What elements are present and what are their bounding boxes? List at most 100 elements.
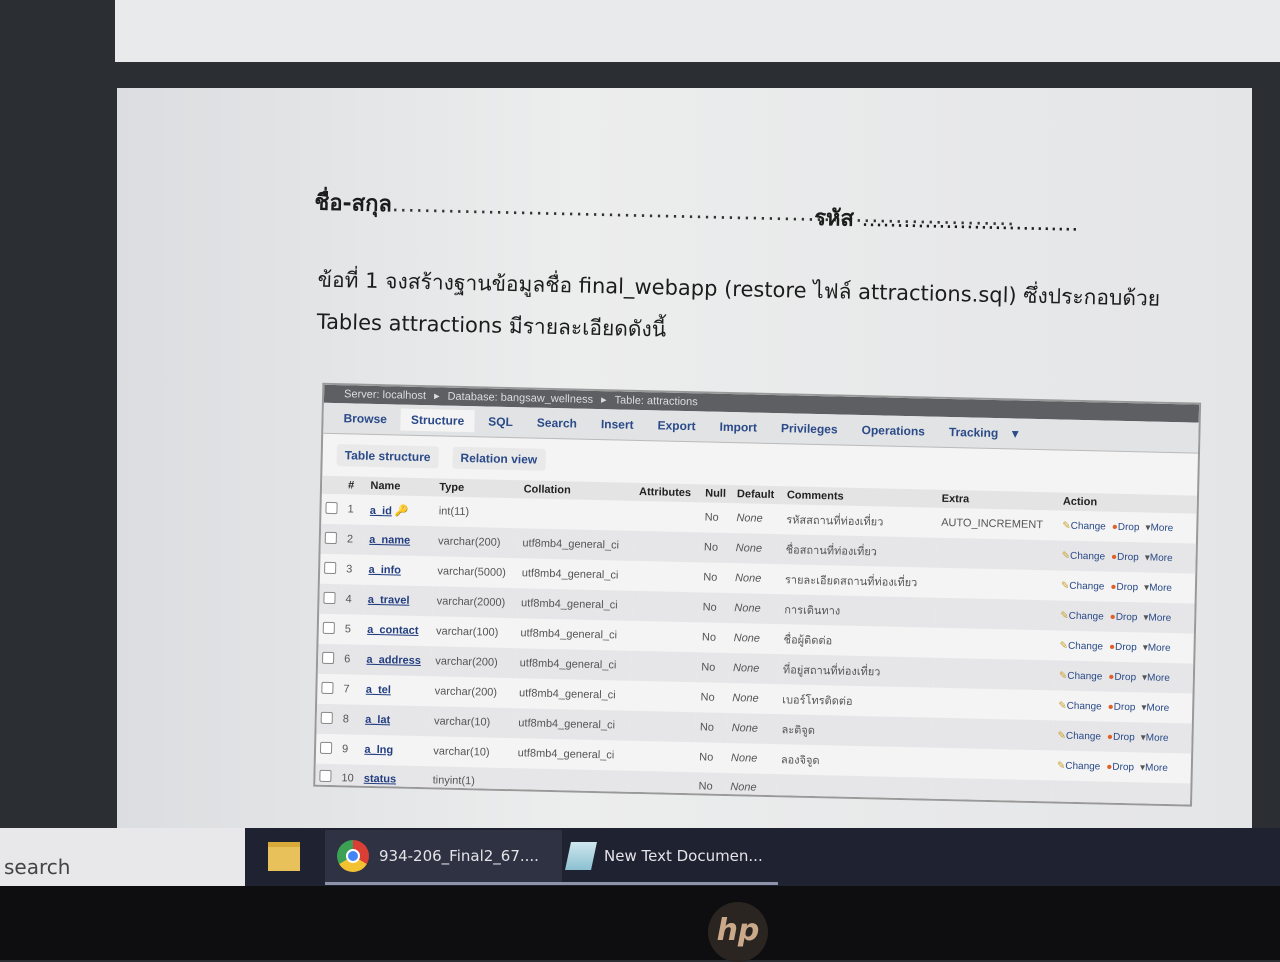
action-change[interactable]: Change [1070, 550, 1105, 562]
action-more[interactable]: More [1146, 732, 1169, 744]
action-more[interactable]: More [1150, 522, 1173, 534]
action-drop[interactable]: Drop [1116, 581, 1138, 592]
action-change[interactable]: Change [1069, 610, 1104, 622]
name-label: ชื่อ-สกุล [314, 190, 393, 218]
action-change[interactable]: Change [1069, 580, 1104, 592]
column-name-link[interactable]: a_info [368, 564, 401, 577]
column-name-link[interactable]: a_name [369, 534, 410, 547]
id-label: รหัส [813, 205, 855, 232]
column-name-link[interactable]: a_lat [365, 714, 390, 727]
action-drop[interactable]: Drop [1114, 671, 1136, 682]
file-explorer-icon [268, 841, 300, 871]
attributes-cell [629, 710, 697, 743]
row-checkbox[interactable] [319, 769, 332, 783]
row-number: 4 [341, 584, 365, 615]
row-checkbox[interactable] [324, 561, 337, 574]
action-change[interactable]: Change [1068, 640, 1103, 652]
tab-tracking[interactable]: Tracking [939, 421, 1009, 445]
comment-cell: ละติจูด [777, 714, 933, 748]
comment-cell: ชื่อผู้ติดต่อ [783, 634, 833, 648]
comment-cell: เบอร์โทรติดต่อ [782, 694, 853, 708]
comment-cell: ชื่อสถานที่ท่องเที่ยว [781, 534, 937, 568]
column-name-link[interactable]: a_address [366, 654, 421, 667]
row-checkbox[interactable] [323, 591, 336, 604]
null-cell: No [699, 751, 714, 764]
tab-import[interactable]: Import [709, 416, 767, 439]
action-more[interactable]: More [1147, 672, 1170, 684]
action-more[interactable]: More [1150, 552, 1173, 564]
action-more[interactable]: More [1146, 702, 1169, 714]
breadcrumb-item[interactable]: Table: attractions [614, 394, 697, 408]
action-drop[interactable]: Drop [1117, 551, 1139, 562]
column-name-link[interactable]: a_lng [364, 744, 393, 757]
drop-icon: ● [1106, 731, 1114, 743]
action-drop[interactable]: Drop [1113, 731, 1135, 742]
default-cell: None [727, 713, 778, 745]
tab-insert[interactable]: Insert [591, 413, 644, 436]
tab-export[interactable]: Export [647, 414, 705, 437]
column-name-link[interactable]: a_id [370, 504, 392, 516]
name-cell: a_contact [363, 615, 433, 647]
name-cell: a_id 🔑 [366, 495, 436, 527]
tab-browse[interactable]: Browse [333, 407, 397, 430]
action-more[interactable]: More [1148, 612, 1171, 624]
column-name-link[interactable]: a_contact [367, 624, 419, 637]
checkbox-cell [317, 674, 340, 704]
row-checkbox[interactable] [319, 741, 333, 754]
action-more[interactable]: More [1145, 762, 1168, 774]
more-tabs-chevron-icon[interactable]: ▾ [1012, 426, 1018, 440]
checkbox-cell [315, 763, 338, 792]
attributes-cell [632, 590, 699, 623]
drop-icon: ● [1110, 581, 1117, 593]
column-name-link[interactable]: status [364, 772, 397, 785]
collation-cell: utf8mb4_general_ci [517, 747, 615, 762]
row-checkbox[interactable] [320, 711, 333, 724]
null-cell: No [704, 511, 719, 524]
taskbar-file-explorer[interactable] [268, 830, 300, 882]
row-checkbox[interactable] [321, 681, 334, 694]
drop-icon: ● [1110, 551, 1118, 563]
tab-sql[interactable]: SQL [478, 410, 523, 433]
tab-operations[interactable]: Operations [851, 419, 935, 443]
comment-cell [775, 774, 932, 805]
tab-privileges[interactable]: Privileges [771, 417, 848, 441]
column-name-link[interactable]: a_tel [366, 684, 391, 697]
attributes-cell [631, 621, 698, 652]
default-cell: None [726, 773, 777, 802]
row-number: 5 [344, 623, 352, 636]
taskbar-search[interactable]: search [0, 828, 245, 886]
action-more[interactable]: More [1148, 642, 1171, 654]
row-checkbox[interactable] [324, 531, 337, 544]
row-checkbox[interactable] [322, 651, 335, 664]
action-change[interactable]: Change [1071, 520, 1106, 532]
action-change[interactable]: Change [1066, 730, 1101, 742]
row-checkbox[interactable] [325, 501, 338, 514]
attributes-cell [628, 770, 695, 800]
action-cell: ✎Change ●Drop ▾More [1057, 570, 1196, 603]
action-change[interactable]: Change [1067, 700, 1102, 712]
breadcrumb-item[interactable]: Server: localhost [344, 388, 426, 402]
action-drop[interactable]: Drop [1118, 521, 1140, 532]
action-drop[interactable]: Drop [1116, 611, 1138, 622]
document-page: ชื่อ-สกุล...............................… [117, 88, 1252, 836]
action-more[interactable]: More [1149, 582, 1172, 594]
subtab-relation-view[interactable]: Relation view [452, 446, 546, 471]
tab-structure[interactable]: Structure [400, 408, 475, 433]
row-checkbox[interactable] [322, 621, 335, 634]
action-drop[interactable]: Drop [1115, 641, 1137, 652]
row-number: 8 [338, 704, 362, 735]
taskbar-chrome[interactable]: 934-206_Final2_67.... [325, 830, 562, 885]
action-change[interactable]: Change [1065, 760, 1100, 772]
subtab-table-structure[interactable]: Table structure [336, 444, 439, 469]
breadcrumb-item[interactable]: Database: bangsaw_wellness [447, 391, 593, 406]
default-cell: None [732, 692, 759, 705]
action-drop[interactable]: Drop [1114, 701, 1136, 712]
attributes-cell [630, 681, 697, 712]
taskbar-notepad[interactable]: New Text Documen... [558, 830, 778, 885]
tab-search[interactable]: Search [527, 411, 588, 434]
extra-cell: AUTO_INCREMENT [941, 516, 1044, 532]
column-header: Attributes [634, 482, 702, 503]
action-drop[interactable]: Drop [1112, 761, 1134, 772]
column-name-link[interactable]: a_travel [368, 594, 410, 607]
action-change[interactable]: Change [1067, 670, 1102, 682]
